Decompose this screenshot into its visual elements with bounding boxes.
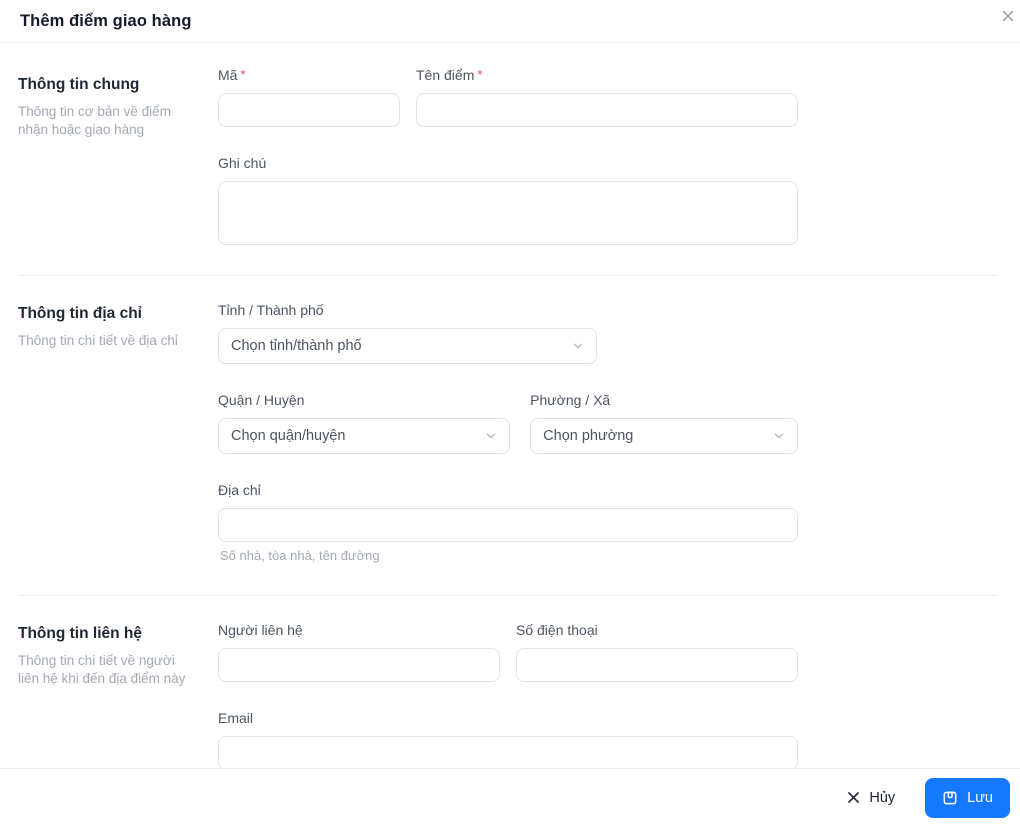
chevron-down-icon xyxy=(485,430,497,442)
dialog-footer: Hủy Lưu xyxy=(0,768,1020,826)
phone-input[interactable] xyxy=(516,648,798,682)
code-input[interactable] xyxy=(218,93,400,127)
ward-label: Phường / Xã xyxy=(530,392,611,408)
dialog-title: Thêm điểm giao hàng xyxy=(20,11,192,30)
close-icon[interactable] xyxy=(997,5,1019,27)
email-label: Email xyxy=(218,710,254,726)
contact-person-input[interactable] xyxy=(218,648,500,682)
add-delivery-point-dialog: Thêm điểm giao hàng Thông tin chung Thôn… xyxy=(0,0,1020,826)
save-button[interactable]: Lưu xyxy=(925,777,1010,818)
district-select-placeholder: Chọn quận/huyện xyxy=(231,428,346,444)
section-general-info: Thông tin chung Thông tin cơ bản về điểm… xyxy=(18,43,998,275)
cancel-button[interactable]: Hủy xyxy=(837,782,905,814)
phone-label: Số điện thoại xyxy=(516,622,598,638)
dialog-body: Thông tin chung Thông tin cơ bản về điểm… xyxy=(0,43,1020,768)
province-select-placeholder: Chọn tỉnh/thành phố xyxy=(231,338,362,354)
section-contact-info: Thông tin liên hệ Thông tin chi tiết về … xyxy=(18,595,998,768)
save-button-label: Lưu xyxy=(967,789,993,806)
province-select[interactable]: Chọn tỉnh/thành phố xyxy=(218,328,597,364)
dialog-header: Thêm điểm giao hàng xyxy=(0,0,1020,43)
cancel-button-label: Hủy xyxy=(869,789,896,806)
section-general-title: Thông tin chung xyxy=(18,76,140,93)
district-label: Quận / Huyện xyxy=(218,392,305,408)
street-address-label: Địa chỉ xyxy=(218,482,261,498)
note-textarea[interactable] xyxy=(218,181,798,245)
province-label: Tỉnh / Thành phố xyxy=(218,302,324,318)
point-name-label: Tên điểm * xyxy=(416,67,483,83)
district-select[interactable]: Chọn quận/huyện xyxy=(218,418,511,454)
close-icon xyxy=(847,791,860,804)
required-asterisk: * xyxy=(477,67,483,82)
contact-person-label: Người liên hệ xyxy=(218,622,303,638)
section-address-info: Thông tin địa chỉ Thông tin chi tiết về … xyxy=(18,275,998,595)
point-name-input[interactable] xyxy=(416,93,798,127)
email-field[interactable] xyxy=(218,736,798,768)
street-address-input[interactable] xyxy=(218,508,798,542)
ward-select-placeholder: Chọn phường xyxy=(543,428,634,444)
section-contact-title: Thông tin liên hệ xyxy=(18,625,142,642)
required-asterisk: * xyxy=(240,67,246,82)
chevron-down-icon xyxy=(773,430,785,442)
chevron-down-icon xyxy=(572,340,584,352)
section-address-description: Thông tin chi tiết về địa chỉ xyxy=(18,333,178,348)
section-general-description: Thông tin cơ bản về điểm nhận hoặc giao … xyxy=(18,104,171,137)
ward-select[interactable]: Chọn phường xyxy=(530,418,799,454)
section-contact-description: Thông tin chi tiết về người liên hệ khi … xyxy=(18,653,186,686)
street-address-hint: Số nhà, tòa nhà, tên đường xyxy=(220,548,380,563)
code-label: Mã * xyxy=(218,67,246,83)
section-address-title: Thông tin địa chỉ xyxy=(18,305,142,322)
floppy-disk-icon xyxy=(942,790,958,806)
note-label: Ghi chú xyxy=(218,155,267,171)
